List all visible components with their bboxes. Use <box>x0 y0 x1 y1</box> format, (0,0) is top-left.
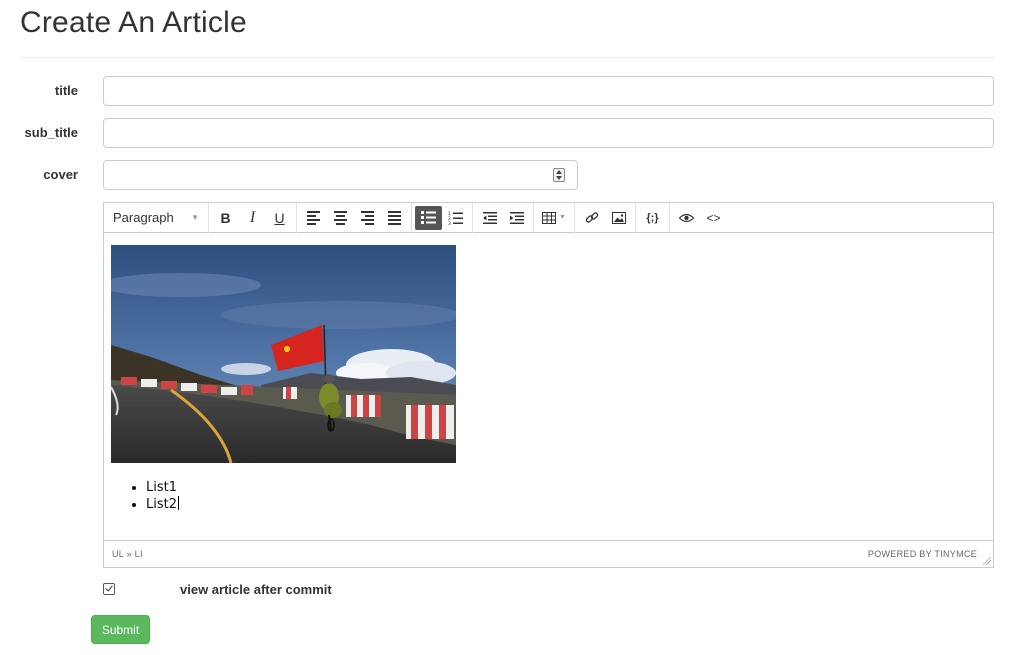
link-icon <box>585 211 598 223</box>
image-button[interactable] <box>605 206 632 230</box>
editor-statusbar: UL » LI POWERED BY TINYMCE <box>104 540 993 567</box>
view-after-commit-checkbox[interactable] <box>103 583 115 595</box>
table-icon <box>542 211 557 224</box>
element-path[interactable]: UL » LI <box>112 549 143 559</box>
subtitle-input[interactable] <box>103 118 994 148</box>
bullet-list-button[interactable] <box>415 205 442 230</box>
numbered-list-icon: 123 <box>448 211 463 225</box>
article-image[interactable] <box>111 245 456 463</box>
underline-button[interactable]: U <box>266 206 293 230</box>
resize-handle-icon[interactable] <box>983 557 991 565</box>
rich-text-editor[interactable]: Paragraph ▼ B I U 1 2 3 ▼ {;} <> • List1… <box>103 202 994 568</box>
svg-text:3: 3 <box>448 221 451 225</box>
link-button[interactable] <box>578 206 605 230</box>
content-bullet-list[interactable]: List1 List2 <box>146 480 179 513</box>
list-item[interactable]: List1 <box>146 480 179 496</box>
bold-button[interactable]: B <box>212 206 239 230</box>
view-after-commit-label[interactable]: view article after commit <box>180 582 332 597</box>
powered-by-link[interactable]: POWERED BY TINYMCE <box>868 549 977 559</box>
align-center-button[interactable] <box>327 206 354 230</box>
article-photo <box>111 245 456 463</box>
outdent-button[interactable] <box>476 206 503 230</box>
bullet-list-icon <box>421 211 436 224</box>
code-sample-button[interactable]: {;} <box>639 206 666 230</box>
list-item-text: List1 <box>146 480 177 495</box>
align-right-icon <box>361 210 374 225</box>
chevron-down-icon: ▼ <box>191 213 199 222</box>
checkmark-icon <box>105 583 113 592</box>
source-code-button[interactable]: <> <box>700 206 727 230</box>
list-item[interactable]: List2 <box>146 496 179 513</box>
align-justify-icon <box>388 210 401 225</box>
page-title: Create An Article <box>20 6 247 39</box>
numbered-list-button[interactable]: 123 <box>442 206 469 230</box>
title-input[interactable] <box>103 76 994 106</box>
indent-icon <box>509 211 524 224</box>
title-label: title <box>54 83 78 98</box>
align-left-icon <box>307 210 320 225</box>
align-left-button[interactable] <box>300 206 327 230</box>
align-right-button[interactable] <box>354 206 381 230</box>
indent-button[interactable] <box>503 206 530 230</box>
table-button[interactable]: ▼ <box>537 206 571 230</box>
subtitle-label: sub_title <box>24 125 78 140</box>
cover-label: cover <box>43 167 78 182</box>
italic-button[interactable]: I <box>239 206 266 230</box>
list-item-text: List2 <box>146 497 177 512</box>
outdent-icon <box>482 211 497 224</box>
align-center-icon <box>334 210 347 225</box>
format-select-label: Paragraph <box>113 210 174 225</box>
editor-toolbar: Paragraph ▼ B I U 1 2 3 ▼ {;} <> <box>104 202 993 233</box>
format-select[interactable]: Paragraph ▼ <box>107 210 205 225</box>
cover-input[interactable] <box>103 160 578 190</box>
title-divider <box>20 57 994 58</box>
chevron-down-icon: ▼ <box>559 214 566 221</box>
preview-button[interactable] <box>673 206 700 230</box>
editor-content[interactable]: List1 List2 <box>104 234 993 540</box>
eye-icon <box>679 213 694 222</box>
spinner-icon[interactable] <box>553 168 565 182</box>
align-justify-button[interactable] <box>381 206 408 230</box>
submit-button[interactable]: Submit <box>91 615 150 644</box>
text-cursor <box>178 496 179 510</box>
image-icon <box>611 211 626 224</box>
